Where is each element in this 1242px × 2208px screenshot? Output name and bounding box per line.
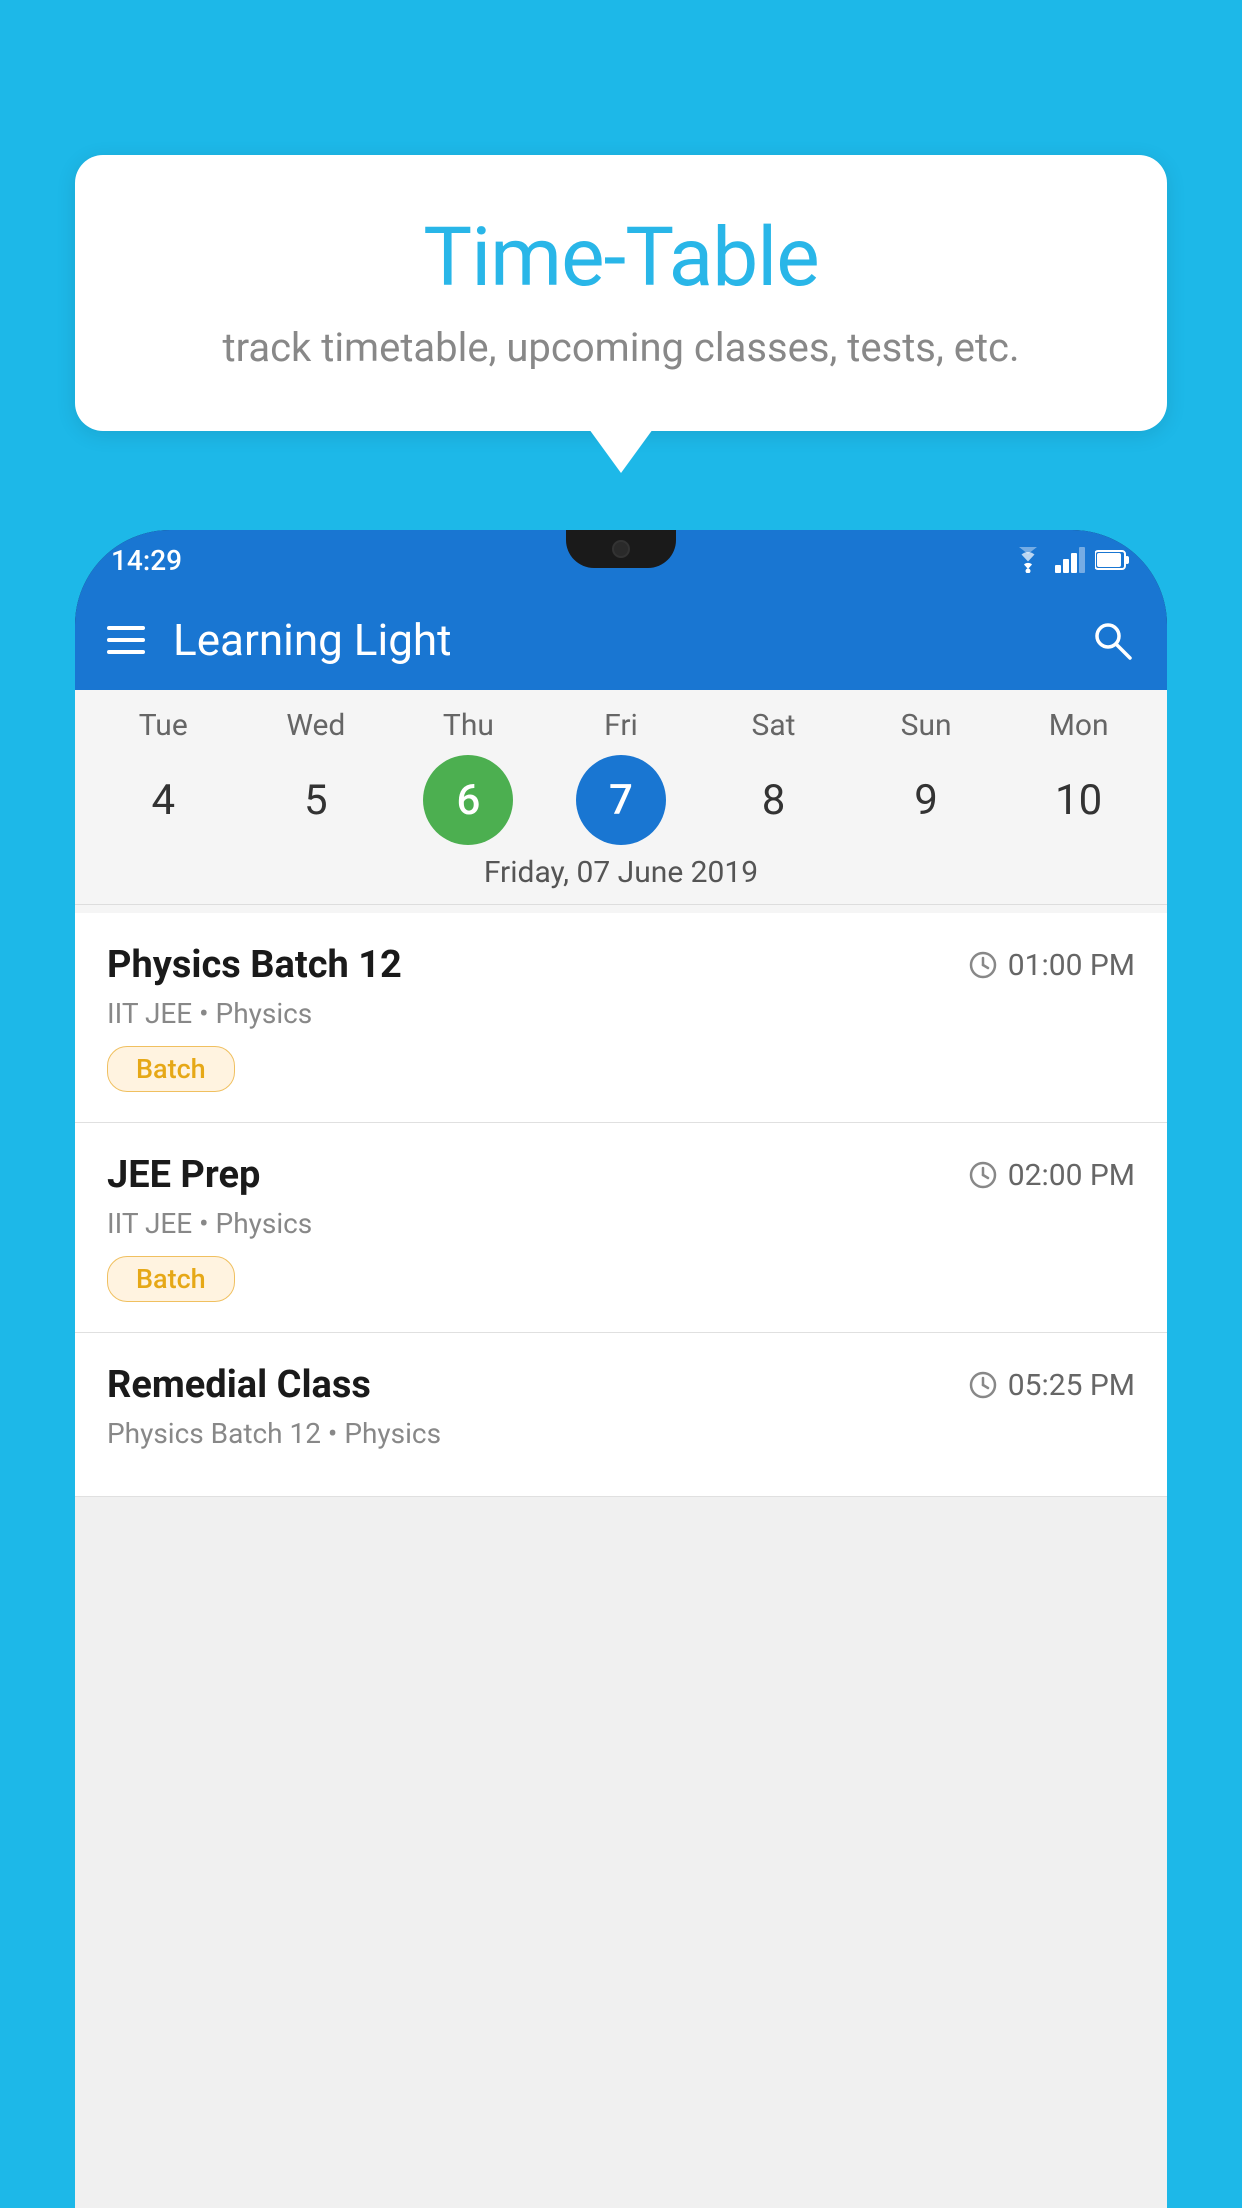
schedule-list: Physics Batch 12 01:00 PM IIT JEE • Phys… (75, 913, 1167, 1497)
schedule-item-3-header: Remedial Class 05:25 PM (107, 1363, 1135, 1407)
status-time: 14:29 (111, 544, 182, 577)
schedule-item-3-time-text: 05:25 PM (1008, 1368, 1135, 1403)
day-7-selected[interactable]: 7 (576, 755, 666, 845)
schedule-item-1-header: Physics Batch 12 01:00 PM (107, 943, 1135, 987)
schedule-item-2[interactable]: JEE Prep 02:00 PM IIT JEE • Physics Batc… (75, 1123, 1167, 1333)
signal-icon (1055, 547, 1085, 573)
camera-dot (612, 540, 630, 558)
schedule-item-3-time: 05:25 PM (968, 1368, 1135, 1403)
app-bar: Learning Light (75, 590, 1167, 690)
phone-frame: 14:29 (75, 530, 1167, 2208)
schedule-item-3-sub: Physics Batch 12 • Physics (107, 1417, 1135, 1450)
clock-icon-1 (968, 950, 998, 980)
schedule-item-2-sub: IIT JEE • Physics (107, 1207, 1135, 1240)
clock-icon-2 (968, 1160, 998, 1190)
wifi-icon (1011, 547, 1045, 573)
day-10[interactable]: 10 (1034, 755, 1124, 845)
battery-icon (1095, 549, 1131, 571)
schedule-item-1-badge: Batch (107, 1046, 235, 1092)
tooltip-card: Time-Table track timetable, upcoming cla… (75, 155, 1167, 431)
day-header-mon: Mon (1034, 708, 1124, 743)
search-icon[interactable] (1089, 617, 1135, 663)
tooltip-subtitle: track timetable, upcoming classes, tests… (135, 324, 1107, 371)
schedule-item-3[interactable]: Remedial Class 05:25 PM Physics Batch 12… (75, 1333, 1167, 1497)
schedule-item-2-title: JEE Prep (107, 1153, 260, 1197)
calendar-strip: Tue Wed Thu Fri Sat Sun Mon 4 5 6 7 8 9 … (75, 690, 1167, 913)
day-4[interactable]: 4 (118, 755, 208, 845)
day-9[interactable]: 9 (881, 755, 971, 845)
app-title: Learning Light (173, 614, 1061, 666)
hamburger-menu-button[interactable] (107, 626, 145, 654)
day-8[interactable]: 8 (729, 755, 819, 845)
day-header-thu: Thu (423, 708, 513, 743)
schedule-item-2-header: JEE Prep 02:00 PM (107, 1153, 1135, 1197)
day-header-sun: Sun (881, 708, 971, 743)
status-icons (1011, 547, 1131, 573)
schedule-item-1[interactable]: Physics Batch 12 01:00 PM IIT JEE • Phys… (75, 913, 1167, 1123)
day-header-tue: Tue (118, 708, 208, 743)
schedule-item-1-sub: IIT JEE • Physics (107, 997, 1135, 1030)
phone-notch (566, 530, 676, 568)
day-numbers: 4 5 6 7 8 9 10 (75, 755, 1167, 845)
day-6-today[interactable]: 6 (423, 755, 513, 845)
day-header-sat: Sat (729, 708, 819, 743)
status-bar: 14:29 (75, 530, 1167, 590)
tooltip-title: Time-Table (135, 210, 1107, 306)
day-header-wed: Wed (271, 708, 361, 743)
schedule-item-3-title: Remedial Class (107, 1363, 371, 1407)
day-headers: Tue Wed Thu Fri Sat Sun Mon (75, 708, 1167, 743)
schedule-item-1-time: 01:00 PM (968, 948, 1135, 983)
phone-screen: Tue Wed Thu Fri Sat Sun Mon 4 5 6 7 8 9 … (75, 690, 1167, 2208)
schedule-item-2-time: 02:00 PM (968, 1158, 1135, 1193)
schedule-item-2-badge: Batch (107, 1256, 235, 1302)
day-header-fri: Fri (576, 708, 666, 743)
schedule-item-1-title: Physics Batch 12 (107, 943, 402, 987)
clock-icon-3 (968, 1370, 998, 1400)
schedule-item-2-time-text: 02:00 PM (1008, 1158, 1135, 1193)
schedule-item-1-time-text: 01:00 PM (1008, 948, 1135, 983)
day-5[interactable]: 5 (271, 755, 361, 845)
selected-date-label: Friday, 07 June 2019 (75, 845, 1167, 905)
